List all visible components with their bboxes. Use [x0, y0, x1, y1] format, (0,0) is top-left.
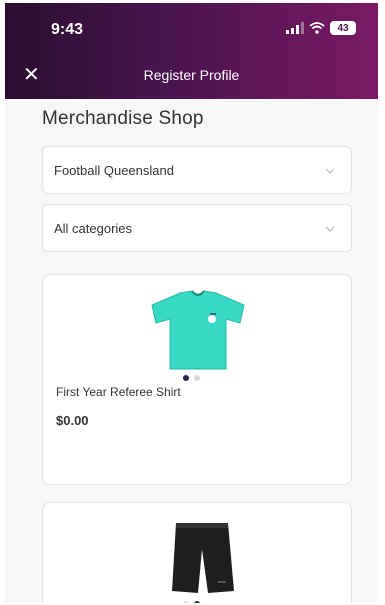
referee-shorts-image: [172, 523, 234, 593]
product-price: $0.00: [56, 413, 89, 428]
status-icons: 43: [286, 21, 356, 35]
app-header: 9:43 43 ✕ Register Profile: [5, 3, 378, 99]
signal-icon: [286, 22, 304, 34]
carousel-dot-active[interactable]: [194, 601, 200, 603]
carousel-dot-active[interactable]: [183, 375, 189, 381]
page-title: Merchandise Shop: [42, 108, 204, 129]
organisation-dropdown-value: Football Queensland: [54, 163, 174, 178]
carousel-dots: [183, 601, 200, 603]
battery-level: 43: [337, 22, 349, 34]
product-card[interactable]: First Year Referee Shirt $0.00: [42, 274, 352, 485]
category-dropdown-value: All categories: [54, 221, 133, 236]
organisation-dropdown[interactable]: Football Queensland: [42, 146, 352, 194]
header-title: Register Profile: [143, 67, 240, 83]
product-card[interactable]: [42, 502, 352, 603]
carousel-dots: [183, 375, 200, 381]
referee-shirt-image: [151, 290, 245, 370]
chevron-down-icon: [325, 226, 335, 232]
status-time: 9:43: [51, 21, 84, 38]
category-dropdown[interactable]: All categories: [42, 204, 352, 252]
battery-icon: 43: [330, 21, 356, 35]
wifi-icon: [309, 22, 325, 34]
chevron-down-icon: [325, 168, 335, 174]
product-name: First Year Referee Shirt: [56, 385, 181, 399]
carousel-dot[interactable]: [194, 375, 200, 381]
app-frame: 9:43 43 ✕ Register Profile Merchandise S…: [5, 3, 378, 603]
carousel-dot[interactable]: [183, 601, 189, 603]
